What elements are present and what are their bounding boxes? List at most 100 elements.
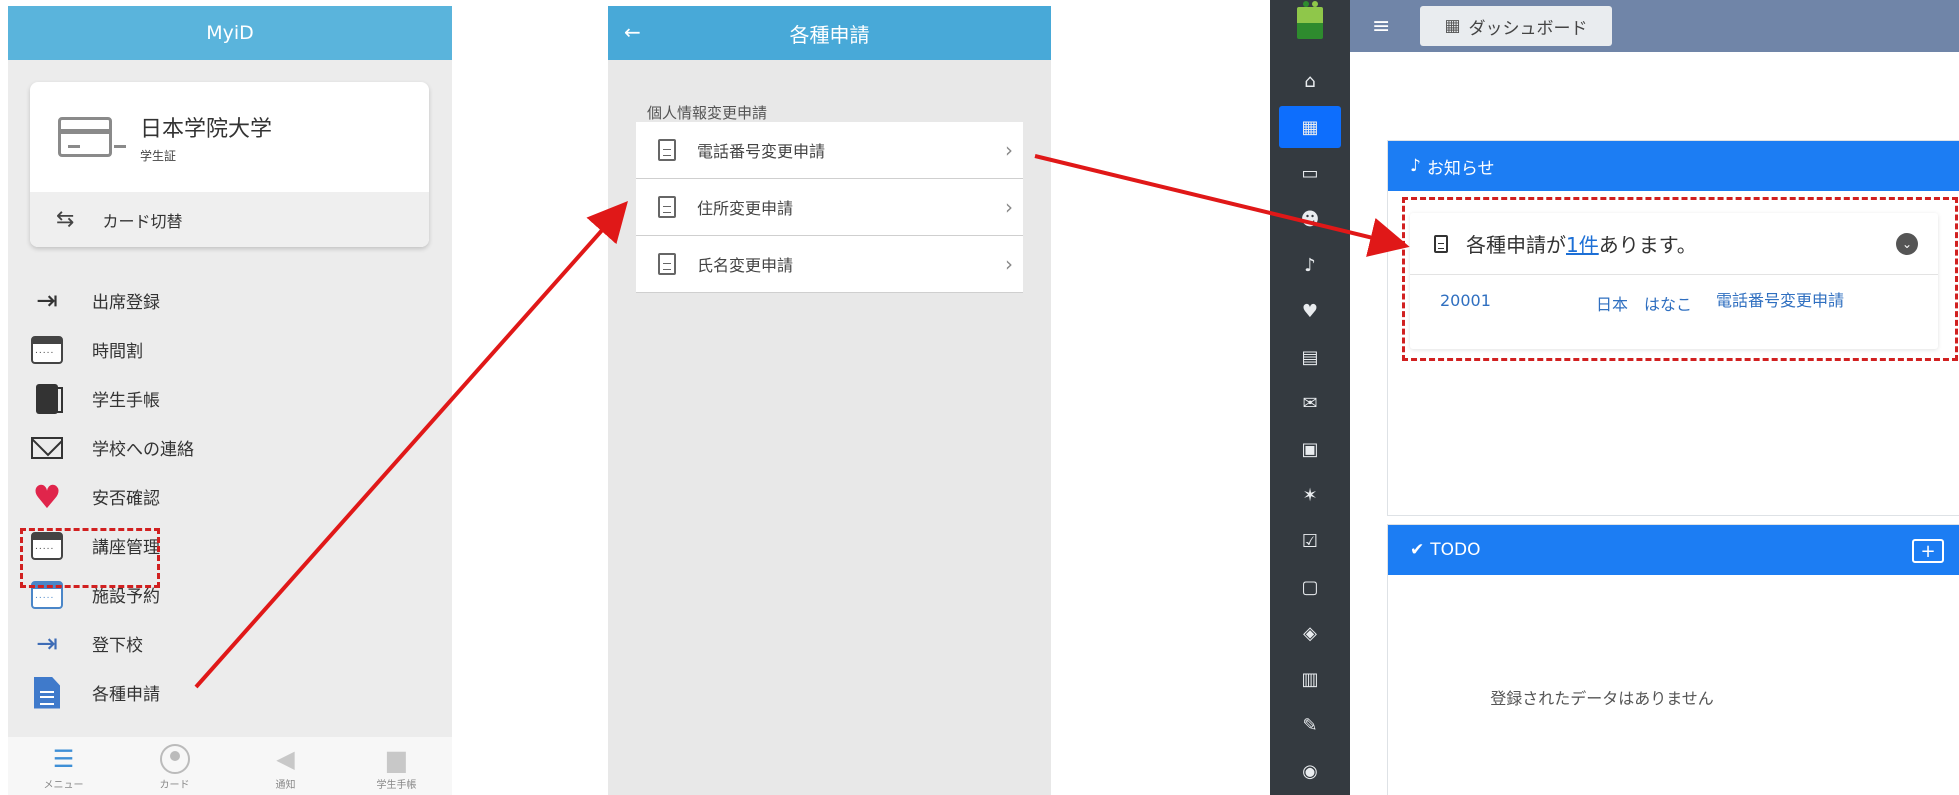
add-todo-button[interactable]: + (1912, 539, 1944, 563)
myid-app-screen: MyiD 日本学院大学 学生証 ⇆ カード切替 ⇥ 出席登録 時間割 学生手帳 (8, 6, 452, 795)
bell-icon: ♪ (1304, 254, 1316, 276)
menu-item-label: 学生手帳 (92, 391, 160, 411)
train-icon: ▣ (1301, 438, 1319, 460)
dashboard-icon: ▦ (1444, 16, 1461, 36)
dashboard-label: ダッシュボード (1468, 18, 1588, 39)
hamburger-icon[interactable]: ≡ (1372, 14, 1390, 39)
enter-icon: ⇥ (36, 628, 58, 659)
sidebar-item-dashboard[interactable]: ▦ (1270, 104, 1350, 150)
annotation-highlight (1402, 197, 1958, 361)
tab-menu[interactable]: ☰ メニュー (8, 737, 119, 795)
clipboard-icon: ▥ (1301, 668, 1319, 690)
walking-icon: ✶ (1302, 484, 1318, 506)
megaphone-icon: ◀ (276, 744, 295, 773)
user-circle-icon (159, 743, 190, 774)
application-list: 電話番号変更申請 › 住所変更申請 › 氏名変更申請 › (636, 122, 1023, 293)
sidebar-item-edit[interactable]: ✎ (1270, 702, 1350, 748)
app-header: ← 各種申請 (608, 6, 1051, 60)
sidebar-item-notifications[interactable]: ♪ (1270, 242, 1350, 288)
app-header: MyiD (8, 6, 452, 60)
heartbeat-icon: ♥ (1301, 300, 1319, 322)
todo-panel-header: ✔ TODO + (1388, 525, 1959, 575)
tab-label: 通知 (275, 779, 296, 791)
menu-item-contact-school[interactable]: 学校への連絡 (30, 423, 194, 472)
document-icon (658, 253, 676, 275)
news-title: お知らせ (1426, 158, 1495, 179)
sidebar-item-id-card[interactable]: ▭ (1270, 150, 1350, 196)
sidebar-item-mail[interactable]: ✉ (1270, 380, 1350, 426)
notebook-icon: ▆ (387, 744, 406, 773)
check-circle-icon: ✔ (1410, 540, 1425, 560)
bell-icon: ♪ (1410, 156, 1421, 176)
menu-item-student-handbook[interactable]: 学生手帳 (30, 374, 194, 423)
todo-empty-message: 登録されたデータはありません (1490, 689, 1714, 708)
university-name: 日本学院大学 (140, 116, 273, 142)
menu-icon: ☰ (52, 744, 75, 773)
sidebar-item-home[interactable]: ⌂ (1270, 58, 1350, 104)
heart-icon: ♥ (32, 477, 62, 516)
tab-notifications[interactable]: ◀ 通知 (230, 737, 341, 795)
card-switch-button[interactable]: ⇆ カード切替 (30, 192, 429, 247)
menu-item-label: 学校への連絡 (92, 440, 194, 460)
sidebar-nav: ⌂ ▦ ▭ ☻ ♪ ♥ ▤ ✉ ▣ ✶ ☑ ▢ ◈ ▥ ✎ ◉ (1270, 58, 1350, 794)
sidebar-item-database[interactable]: ◉ (1270, 748, 1350, 794)
document-icon (658, 196, 676, 218)
news-panel-header: ♪ お知らせ (1388, 141, 1959, 191)
menu-item-applications[interactable]: 各種申請 (30, 668, 194, 717)
sidebar-item-health[interactable]: ♥ (1270, 288, 1350, 334)
todo-panel: ✔ TODO + 登録されたデータはありません (1387, 524, 1959, 795)
tab-card[interactable]: カード (119, 737, 230, 795)
list-item-phone-change[interactable]: 電話番号変更申請 › (636, 122, 1023, 179)
sidebar-item-walk[interactable]: ✶ (1270, 472, 1350, 518)
calendar-icon (31, 335, 63, 364)
calendar-check-icon: ☑ (1301, 530, 1319, 552)
users-icon: ☻ (1300, 208, 1320, 230)
menu-item-label: 出席登録 (92, 293, 160, 313)
student-card[interactable]: 日本学院大学 学生証 ⇆ カード切替 (30, 82, 429, 247)
todo-title: TODO (1430, 540, 1481, 560)
book-icon: ▤ (1301, 346, 1319, 368)
top-bar: ≡ ▦ ダッシュボード (1350, 0, 1959, 52)
enter-icon: ⇥ (36, 285, 58, 316)
sidebar-item-users[interactable]: ☻ (1270, 196, 1350, 242)
tab-label: 学生手帳 (376, 779, 417, 791)
sidebar-item-calendar[interactable]: ☑ (1270, 518, 1350, 564)
annotation-highlight (20, 528, 160, 588)
list-item-label: 電話番号変更申請 (697, 142, 826, 161)
app-title: MyiD (206, 22, 254, 44)
dashboard-button[interactable]: ▦ ダッシュボード (1420, 6, 1612, 46)
mail-icon (31, 436, 63, 459)
sidebar-item-book[interactable]: ▤ (1270, 334, 1350, 380)
menu-item-commute[interactable]: ⇥ 登下校 (30, 619, 194, 668)
back-arrow-icon[interactable]: ← (624, 20, 641, 44)
tab-label: メニュー (43, 779, 84, 791)
sidebar-item-box[interactable]: ◈ (1270, 610, 1350, 656)
pencil-icon: ✎ (1302, 714, 1318, 736)
envelope-icon: ✉ (1302, 392, 1318, 414)
box-icon: ◈ (1303, 622, 1317, 644)
menu-item-timetable[interactable]: 時間割 (30, 325, 194, 374)
applications-screen: ← 各種申請 個人情報変更申請 電話番号変更申請 › 住所変更申請 › 氏名変更… (608, 6, 1051, 795)
menu-item-label: 時間割 (92, 342, 143, 362)
document-icon (34, 676, 60, 709)
logo[interactable] (1270, 0, 1350, 46)
admin-web-app: ⌂ ▦ ▭ ☻ ♪ ♥ ▤ ✉ ▣ ✶ ☑ ▢ ◈ ▥ ✎ ◉ ≡ ▦ ダッシュ… (1270, 0, 1959, 795)
sidebar: ⌂ ▦ ▭ ☻ ♪ ♥ ▤ ✉ ▣ ✶ ☑ ▢ ◈ ▥ ✎ ◉ (1270, 0, 1350, 795)
list-item-name-change[interactable]: 氏名変更申請 › (636, 236, 1023, 293)
chalkboard-icon: ▢ (1301, 576, 1319, 598)
swap-icon: ⇆ (56, 207, 75, 232)
sidebar-item-train[interactable]: ▣ (1270, 426, 1350, 472)
list-item-label: 氏名変更申請 (697, 256, 794, 275)
list-item-address-change[interactable]: 住所変更申請 › (636, 179, 1023, 236)
sidebar-item-class[interactable]: ▢ (1270, 564, 1350, 610)
home-icon: ⌂ (1304, 70, 1316, 92)
tab-label: カード (159, 779, 190, 791)
menu-item-safety-check[interactable]: ♥ 安否確認 (30, 472, 194, 521)
menu-item-attendance[interactable]: ⇥ 出席登録 (30, 276, 194, 325)
menu-item-label: 各種申請 (92, 685, 160, 705)
notebook-icon (36, 383, 63, 414)
id-card-icon: ▭ (1301, 162, 1319, 184)
main-menu: ⇥ 出席登録 時間割 学生手帳 学校への連絡 ♥ 安否確認 講座管理 施設予約 … (30, 276, 194, 717)
tab-handbook[interactable]: ▆ 学生手帳 (341, 737, 452, 795)
sidebar-item-clipboard[interactable]: ▥ (1270, 656, 1350, 702)
